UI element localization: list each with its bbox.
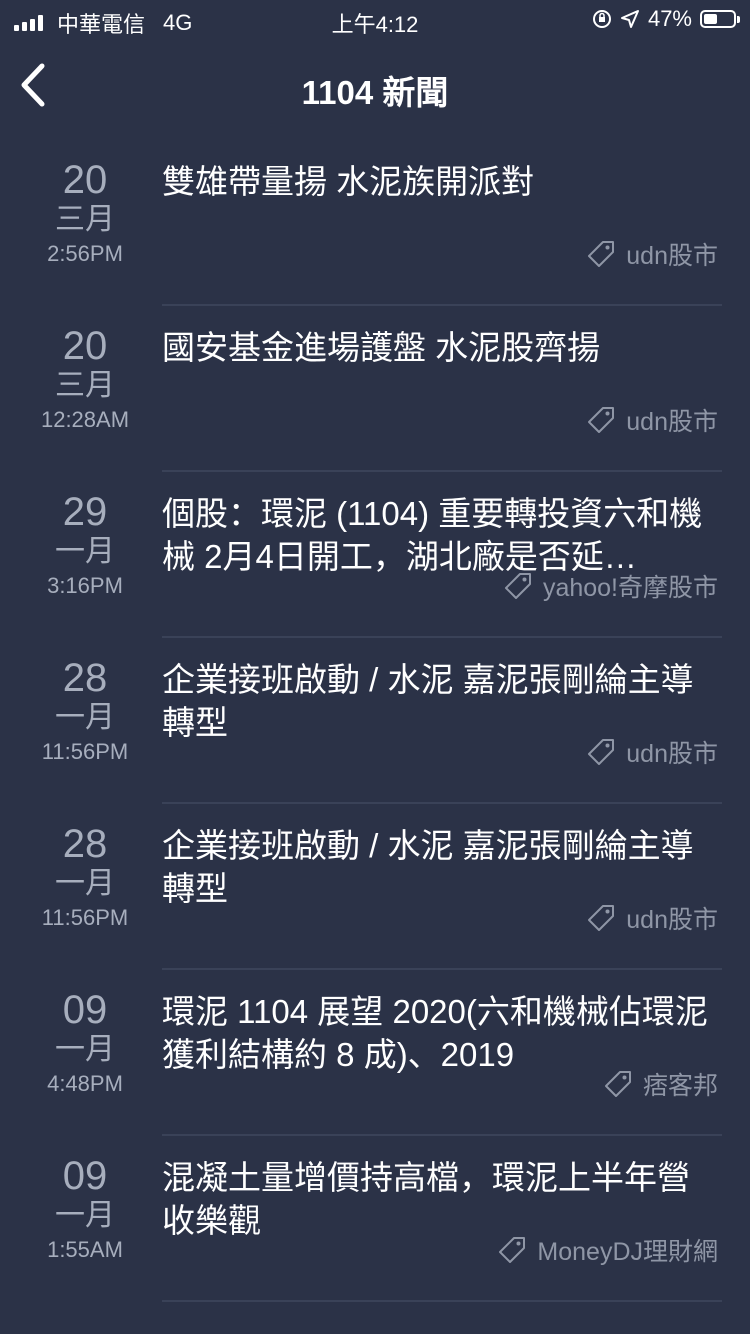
news-source-label: MoneyDJ理財網 <box>537 1238 718 1266</box>
news-source: udn股市 <box>586 402 718 438</box>
page-title: 1104 新聞 <box>301 74 449 111</box>
news-headline[interactable]: 企業接班啟動 / 水泥 嘉泥張剛綸主導轉型 <box>162 658 717 744</box>
news-date: 20 三月 12:28AM <box>14 324 156 436</box>
news-date: 09 一月 1:55AM <box>14 1154 156 1266</box>
news-time: 11:56PM <box>41 905 129 930</box>
news-day: 20 <box>62 158 108 202</box>
news-time: 11:56PM <box>41 739 129 764</box>
news-item[interactable]: 09 一月 1:55AM 混凝土量增價持高檔，環泥上半年營收樂觀 MoneyDJ… <box>0 1136 750 1302</box>
news-list: 20 三月 2:56PM 雙雄帶量揚 水泥族開派對 udn股市 20 三月 12… <box>0 140 750 1302</box>
news-month: 一月 <box>55 535 115 568</box>
news-day: 28 <box>62 822 108 866</box>
news-month: 三月 <box>55 203 115 236</box>
news-source: MoneyDJ理財網 <box>497 1232 718 1268</box>
news-source: udn股市 <box>586 236 718 272</box>
news-time: 3:16PM <box>47 573 123 598</box>
tag-icon <box>499 1237 526 1263</box>
news-item[interactable]: 20 三月 12:28AM 國安基金進場護盤 水泥股齊揚 udn股市 <box>0 306 750 472</box>
news-source: udn股市 <box>586 900 718 936</box>
news-source: 痞客邦 <box>603 1066 718 1102</box>
news-headline[interactable]: 國安基金進場護盤 水泥股齊揚 <box>162 326 717 369</box>
news-headline[interactable]: 環泥 1104 展望 2020(六和機械佔環泥獲利結構約 8 成)、2019 <box>162 990 717 1076</box>
news-source-label: udn股市 <box>626 242 718 270</box>
news-source: yahoo!奇摩股市 <box>503 568 718 604</box>
news-item[interactable]: 29 一月 3:16PM 個股：環泥 (1104) 重要轉投資六和機械 2月4日… <box>0 472 750 638</box>
tag-icon <box>588 407 615 433</box>
news-source-label: udn股市 <box>626 906 718 934</box>
news-date: 28 一月 11:56PM <box>14 822 156 934</box>
battery-icon <box>700 10 740 28</box>
news-headline[interactable]: 個股：環泥 (1104) 重要轉投資六和機械 2月4日開工，湖北廠是否延… <box>162 492 717 578</box>
tag-icon <box>504 573 531 599</box>
location-icon <box>620 10 639 28</box>
news-month: 一月 <box>55 867 115 900</box>
news-day: 20 <box>62 324 108 368</box>
nav-bar: 1104 新聞 <box>0 44 750 124</box>
news-day: 09 <box>62 988 108 1032</box>
news-source-label: udn股市 <box>626 740 718 768</box>
news-day: 29 <box>62 490 108 534</box>
news-time: 4:48PM <box>47 1071 123 1096</box>
rotation-lock-icon <box>592 10 611 28</box>
news-date: 28 一月 11:56PM <box>14 656 156 768</box>
news-month: 三月 <box>55 369 115 402</box>
news-source-label: 痞客邦 <box>642 1072 718 1100</box>
news-item[interactable]: 28 一月 11:56PM 企業接班啟動 / 水泥 嘉泥張剛綸主導轉型 udn股… <box>0 638 750 804</box>
news-item[interactable]: 09 一月 4:48PM 環泥 1104 展望 2020(六和機械佔環泥獲利結構… <box>0 970 750 1136</box>
news-headline[interactable]: 混凝土量增價持高檔，環泥上半年營收樂觀 <box>162 1156 717 1242</box>
news-date: 29 一月 3:16PM <box>14 490 156 602</box>
news-month: 一月 <box>55 701 115 734</box>
news-time: 12:28AM <box>40 407 130 432</box>
tag-icon <box>588 905 615 931</box>
news-headline[interactable]: 雙雄帶量揚 水泥族開派對 <box>162 160 717 203</box>
news-source: udn股市 <box>586 734 718 770</box>
tag-icon <box>588 739 615 765</box>
status-bar: 中華電信 4G 上午4:12 47% <box>0 0 750 40</box>
news-source-label: yahoo!奇摩股市 <box>542 574 718 602</box>
news-day: 09 <box>62 1154 108 1198</box>
news-date: 09 一月 4:48PM <box>14 988 156 1100</box>
status-right: 47% <box>592 6 740 32</box>
tag-icon <box>588 241 615 267</box>
news-time: 2:56PM <box>47 241 123 266</box>
news-time: 1:55AM <box>47 1237 123 1262</box>
news-day: 28 <box>62 656 108 700</box>
battery-percent: 47% <box>647 6 692 31</box>
news-month: 一月 <box>55 1199 115 1232</box>
news-item[interactable]: 28 一月 11:56PM 企業接班啟動 / 水泥 嘉泥張剛綸主導轉型 udn股… <box>0 804 750 970</box>
news-month: 一月 <box>55 1033 115 1066</box>
news-date: 20 三月 2:56PM <box>14 158 156 270</box>
news-item[interactable]: 20 三月 2:56PM 雙雄帶量揚 水泥族開派對 udn股市 <box>0 140 750 306</box>
news-source-label: udn股市 <box>626 408 718 436</box>
tag-icon <box>604 1071 631 1097</box>
divider <box>162 1300 722 1302</box>
news-headline[interactable]: 企業接班啟動 / 水泥 嘉泥張剛綸主導轉型 <box>162 824 717 910</box>
